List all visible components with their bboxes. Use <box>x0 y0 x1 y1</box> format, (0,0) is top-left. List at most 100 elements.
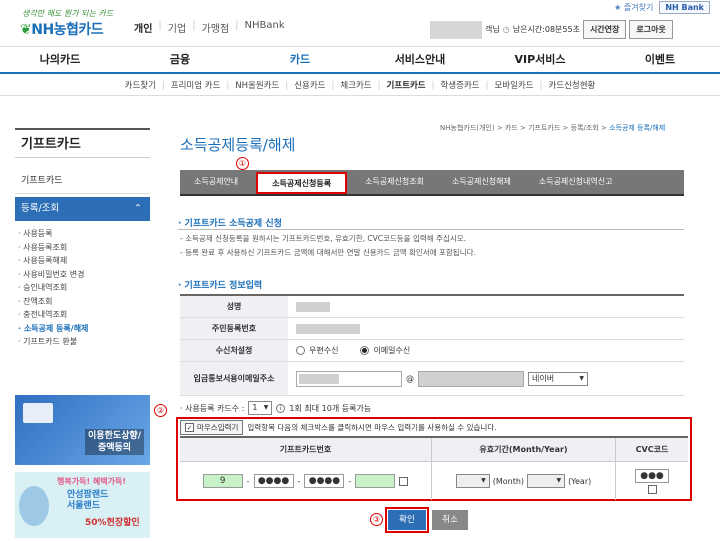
nh-card-logo[interactable]: ❦NH농협카드 <box>20 19 104 39</box>
segment-links: 개인 | 기업 | 가맹점 | NHBank <box>134 20 285 35</box>
label-rrn: 주민등록번호 <box>180 318 288 339</box>
divider: | <box>226 81 230 91</box>
row-recv: 수신처설정 우편수신 이메일수신 <box>180 340 684 362</box>
card-number-3[interactable]: ●●●● <box>304 474 345 488</box>
breadcrumb: NH농협카드(개인) > 카드 > 기프트카드 > 등록/조회 > 소득공제 등… <box>440 123 665 133</box>
section-title-apply: · 기프트카드 소득공제 신청 <box>178 219 282 229</box>
cancel-button[interactable]: 취소 <box>432 510 468 530</box>
nav-vip[interactable]: VIP서비스 <box>480 47 600 72</box>
nav-event[interactable]: 이벤트 <box>600 47 720 72</box>
masked-username <box>430 20 482 39</box>
nav-finance[interactable]: 금융 <box>120 47 240 72</box>
cvc-mouse-checkbox[interactable] <box>647 484 657 494</box>
subnav-check[interactable]: 체크카드 <box>340 76 371 95</box>
logo-leaf-icon: ❦ <box>20 22 32 38</box>
divider: | <box>377 81 381 91</box>
submenu-register[interactable]: · 사용등록 <box>18 227 148 241</box>
nav-service[interactable]: 서비스안내 <box>360 47 480 72</box>
submenu-income-deduction[interactable]: · 소득공제 등록/해제 <box>18 322 148 336</box>
subnav-gift[interactable]: 기프트카드 <box>387 76 426 95</box>
subnav-credit[interactable]: 신용카드 <box>294 76 325 95</box>
themepark-banner[interactable]: 행복가득! 혜택가득! 안성팜랜드 서울랜드 50%현장할인 <box>15 472 150 538</box>
tab-guide[interactable]: 소득공제안내 <box>180 170 252 194</box>
mouse-input-desc: 입력항목 다음의 체크박스를 클릭하시면 마우스 입력기를 사용하실 수 있습니… <box>247 423 497 432</box>
card-count-select[interactable]: 1 ▼ <box>248 401 273 415</box>
checkbox-checked-icon: ✓ <box>185 423 194 432</box>
header-card-number: 기프트카드번호 <box>180 438 432 461</box>
expiry-month-select[interactable]: ▼ <box>455 474 490 488</box>
divider: | <box>539 81 543 91</box>
card-number-4[interactable] <box>355 474 396 488</box>
email-domain-select[interactable]: 네이버 ▼ <box>528 371 588 386</box>
subnav-mobile[interactable]: 모바일카드 <box>494 76 533 95</box>
divider: | <box>331 81 335 91</box>
submenu-register-inquiry[interactable]: · 사용등록조회 <box>18 241 148 255</box>
limit-increase-banner[interactable]: 이용한도상향/증액등의 <box>15 395 150 465</box>
mouse-input-toggle[interactable]: ✓ 마우스입력기 <box>180 420 244 435</box>
segment-nhbank[interactable]: NHBank <box>245 20 285 35</box>
masked-rrn <box>296 323 360 334</box>
radio-email[interactable] <box>360 346 370 355</box>
submenu-balance[interactable]: · 잔액조회 <box>18 295 148 309</box>
chevron-down-icon: ▼ <box>556 477 562 484</box>
annotation-1: ① <box>236 157 249 170</box>
submenu-approval-history[interactable]: · 승인내역조회 <box>18 281 148 295</box>
email-id-input[interactable] <box>296 370 402 387</box>
mouse-input-label: 마우스입력기 <box>197 423 239 432</box>
logo-slogan: 생각만 해도 뭔가 되는 카드 <box>22 9 114 18</box>
masked-email-id <box>299 373 339 384</box>
radio-email-label: 이메일수신 <box>373 346 411 355</box>
nav-card[interactable]: 카드 <box>240 47 360 72</box>
label-name: 성명 <box>180 296 288 317</box>
tab-report[interactable]: 소득공제신청내역신고 <box>525 170 627 194</box>
info-line-1: - 소득공제 신청등록을 원하시는 기프트카드번호, 유효기한, CVC코드등을… <box>180 234 467 243</box>
subnav-student[interactable]: 학생증카드 <box>440 76 479 95</box>
subnav-status[interactable]: 카드신청현황 <box>548 76 595 95</box>
cvc-input[interactable]: ●●● <box>635 468 669 483</box>
tab-inquiry[interactable]: 소득공제신청조회 <box>351 170 438 194</box>
info-icon: i <box>276 403 286 413</box>
nav-mycard[interactable]: 나의카드 <box>0 47 120 72</box>
expiry-year-select[interactable]: ▼ <box>527 474 566 488</box>
card-number-1[interactable]: 9 <box>202 474 243 488</box>
divider: | <box>192 20 196 31</box>
session-timer: 남은시간:08분55초 <box>512 25 580 34</box>
segment-merchant[interactable]: 가맹점 <box>202 20 230 35</box>
submenu-password-change[interactable]: · 사용비밀번호 변경 <box>18 268 148 282</box>
divider: | <box>285 81 289 91</box>
breadcrumb-current: 소득공제 등록/해제 <box>609 124 666 132</box>
row-email: 입금통보서용이메일 주소 @ 네이버 ▼ <box>180 362 684 396</box>
sidebar-item-giftcard[interactable]: 기프트카드 <box>15 168 150 194</box>
card-info-table: 기프트카드번호 유효기간(Month/Year) CVC코드 9 - ●●●● … <box>180 436 688 500</box>
mouse-input-row: ✓ 마우스입력기 입력항목 다음의 체크박스를 클릭하시면 마우스 입력기를 사용… <box>180 420 497 435</box>
sidebar-item-register[interactable]: 등록/조회 ⌃ <box>15 197 150 221</box>
subnav-allone[interactable]: NH올원카드 <box>235 76 279 95</box>
favorite-link[interactable]: ★ 즐겨찾기 <box>614 2 653 13</box>
subnav-premium[interactable]: 프리미엄 카드 <box>171 76 221 95</box>
submenu-charge-history[interactable]: · 충전내역조회 <box>18 308 148 322</box>
radio-post[interactable] <box>296 346 305 355</box>
nhbank-link[interactable]: NH Bank <box>659 0 710 14</box>
annotation-2: ② <box>154 404 167 417</box>
email-domain-input[interactable] <box>418 370 524 387</box>
tab-register[interactable]: 소득공제신청등록 <box>256 172 348 194</box>
subnav-find[interactable]: 카드찾기 <box>125 76 156 95</box>
extend-session-button[interactable]: 시간연장 <box>582 20 627 39</box>
logout-button[interactable]: 로그아웃 <box>629 20 673 39</box>
label-email: 입금통보서용이메일 주소 <box>180 362 288 395</box>
submenu-register-cancel[interactable]: · 사용등록해제 <box>18 254 148 268</box>
segment-personal[interactable]: 개인 <box>134 20 152 35</box>
confirm-button[interactable]: 확인 <box>385 507 429 533</box>
month-label: (Month) <box>492 476 525 486</box>
card-table-header: 기프트카드번호 유효기간(Month/Year) CVC코드 <box>180 438 688 462</box>
email-domain-value: 네이버 <box>532 373 555 383</box>
segment-business[interactable]: 기업 <box>168 20 186 35</box>
tab-bar: 소득공제안내 소득공제신청등록 소득공제신청조회 소득공제신청해제 소득공제신청… <box>180 170 684 196</box>
label-recv: 수신처설정 <box>180 340 288 361</box>
header-expiry: 유효기간(Month/Year) <box>432 438 616 461</box>
tab-cancel[interactable]: 소득공제신청해제 <box>438 170 525 194</box>
mouse-input-checkbox[interactable] <box>399 476 409 486</box>
card-number-2[interactable]: ●●●● <box>253 474 294 488</box>
masked-name <box>296 301 330 312</box>
submenu-refund[interactable]: · 기프트카드 환불 <box>18 335 148 349</box>
